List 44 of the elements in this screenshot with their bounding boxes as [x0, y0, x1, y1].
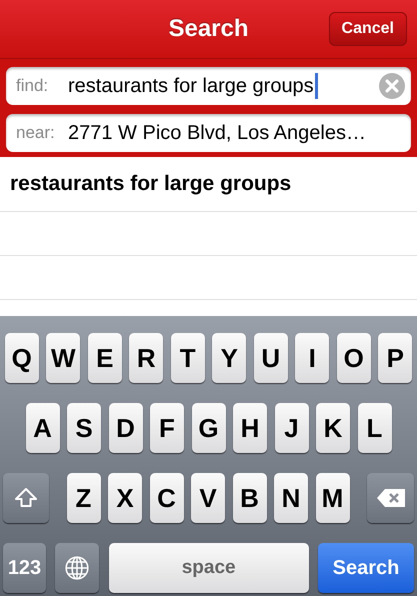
letter-key[interactable]: J	[274, 403, 308, 453]
input-field[interactable]: near: 2771 W Pico Blvd, Los Angeles…	[6, 114, 411, 152]
globe-icon	[64, 555, 90, 581]
numbers-key[interactable]: 123	[3, 543, 46, 593]
letter-key[interactable]: B	[232, 473, 266, 523]
letter-key[interactable]: I	[295, 333, 330, 383]
suggestion-item[interactable]: restaurants for large groups	[10, 172, 292, 196]
letter-key[interactable]: K	[316, 403, 350, 453]
letter-key[interactable]: L	[358, 403, 392, 453]
letter-key[interactable]: O	[336, 333, 371, 383]
shift-key[interactable]	[3, 473, 49, 523]
screen-title: Search	[168, 15, 249, 43]
letter-key[interactable]: S	[67, 403, 101, 453]
letter-key[interactable]: Z	[66, 473, 100, 523]
letter-key[interactable]: Q	[4, 333, 39, 383]
backspace-icon	[376, 488, 406, 508]
search-key[interactable]: Search	[318, 543, 414, 593]
letter-key[interactable]: E	[88, 333, 122, 383]
letter-key[interactable]: D	[108, 403, 142, 453]
letter-key[interactable]: M	[316, 473, 350, 523]
letter-key[interactable]: W	[46, 333, 80, 383]
globe-key[interactable]	[55, 543, 100, 593]
letter-key[interactable]: N	[274, 473, 308, 523]
letter-key[interactable]: R	[129, 333, 164, 383]
letter-key[interactable]: F	[150, 403, 184, 453]
field-label: find:	[16, 76, 50, 96]
field-value: 2771 W Pico Blvd, Los Angeles…	[68, 122, 366, 144]
letter-key[interactable]: C	[150, 473, 184, 523]
letter-key[interactable]: H	[233, 403, 267, 453]
letter-key[interactable]: P	[378, 333, 412, 383]
letter-key[interactable]: A	[26, 403, 60, 453]
field-label: near:	[16, 123, 56, 143]
field-value: restaurants for large groups	[68, 74, 314, 98]
letter-key[interactable]: Y	[212, 333, 246, 383]
backspace-key[interactable]	[367, 473, 414, 523]
space-key[interactable]: space	[108, 543, 309, 593]
letter-key[interactable]: G	[192, 403, 226, 453]
letter-key[interactable]: T	[170, 333, 205, 383]
shift-icon	[14, 486, 38, 510]
cancel-button[interactable]: Cancel	[328, 12, 407, 46]
letter-key[interactable]: U	[254, 333, 288, 383]
input-field[interactable]: find: restaurants for large groups	[6, 67, 411, 105]
letter-key[interactable]: X	[108, 473, 142, 523]
letter-key[interactable]: V	[191, 473, 225, 523]
